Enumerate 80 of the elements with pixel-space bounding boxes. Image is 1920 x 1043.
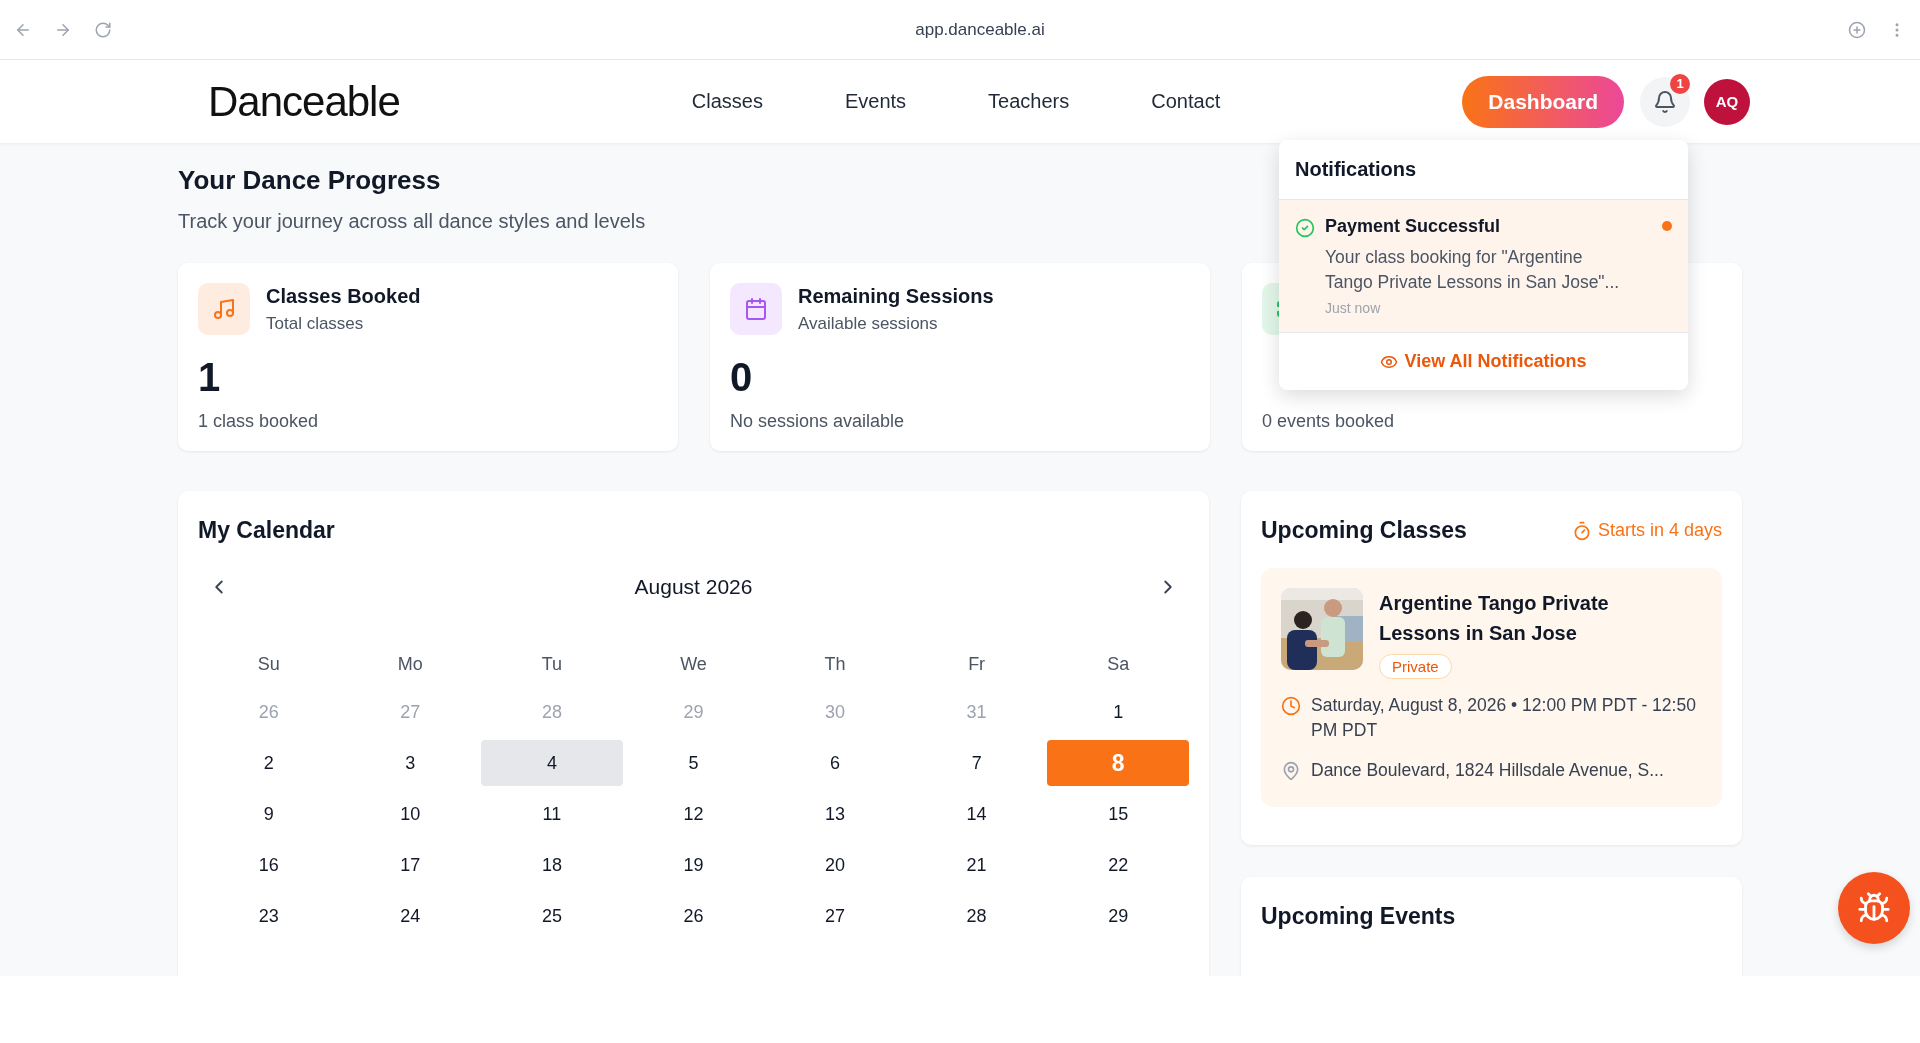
stat-note: No sessions available [730, 411, 906, 432]
nav-link[interactable]: Events [844, 90, 907, 113]
weekday-label: Tu [540, 654, 564, 676]
nav-link[interactable]: Classes [691, 90, 763, 113]
calendar-day[interactable]: 6 [764, 740, 906, 786]
notification-message: Your class booking for "Argentine Tango Private Lessons in San Jose"... [1325, 246, 1621, 294]
calendar-day[interactable]: 7 [905, 740, 1048, 786]
stat-note: 0 events booked [1262, 411, 1396, 432]
class-type-tag: Private [1379, 654, 1452, 679]
calendar-day[interactable]: 14 [905, 791, 1048, 837]
notification-item[interactable]: Payment Successful Your class booking for "Argentine Tango Private Lessons in San Jose"... Just now [1279, 200, 1688, 333]
nav-link[interactable]: Contact [1151, 90, 1221, 113]
calendar-day[interactable]: 5 [622, 740, 765, 786]
reload-icon[interactable] [94, 20, 112, 39]
clock-icon [1281, 696, 1301, 716]
calendar-day[interactable]: 26 [622, 893, 765, 939]
calendar-day[interactable]: 24 [339, 893, 482, 939]
calendar-day[interactable]: 20 [764, 842, 906, 888]
calendar-day[interactable]: 3 [339, 740, 482, 786]
notification-time: Just now [1325, 300, 1382, 316]
logo[interactable]: Danceable [208, 77, 400, 126]
stat-subtitle: Total classes [266, 313, 365, 334]
countdown-text: Starts in 4 days [1597, 520, 1722, 541]
calendar-day[interactable]: 19 [622, 842, 765, 888]
calendar-day[interactable]: 21 [905, 842, 1048, 888]
calendar-day[interactable]: 17 [339, 842, 482, 888]
upcoming-events-title: Upcoming Events [1261, 903, 1457, 931]
calendar-day[interactable]: 28 [905, 893, 1048, 939]
bug-icon [1857, 891, 1891, 925]
weekday-label: Mo [396, 654, 424, 676]
page-subtitle: Track your journey across all dance styles and levels [178, 210, 646, 233]
month-label: August 2026 [634, 575, 753, 599]
weekday-label: Th [823, 654, 847, 676]
class-schedule: Saturday, August 8, 2026 • 12:00 PM PDT - 12:50 PM PDT [1311, 694, 1697, 743]
user-avatar[interactable]: AQ [1704, 78, 1750, 125]
view-all-notifications-link[interactable]: View All Notifications [1279, 333, 1688, 390]
unread-dot [1662, 221, 1672, 231]
calendar-day[interactable]: 18 [481, 842, 623, 888]
stat-value: 1 [198, 355, 222, 401]
calendar-day[interactable]: 9 [198, 791, 340, 837]
location-pin-icon [1281, 760, 1301, 781]
calendar-day[interactable]: 4 [481, 740, 623, 786]
check-circle-icon [1295, 218, 1315, 238]
weekday-label: Su [256, 654, 281, 676]
calendar-title: My Calendar [198, 517, 336, 544]
page-title: Your Dance Progress [178, 165, 441, 196]
stat-subtitle: Available sessions [798, 313, 939, 334]
music-note-icon [212, 297, 236, 321]
class-location: Dance Boulevard, 1824 Hillsdale Avenue, S... [1311, 758, 1664, 782]
calendar-day[interactable]: 11 [481, 791, 623, 837]
calendar-day[interactable]: 22 [1047, 842, 1189, 888]
calendar-day[interactable]: 2 [198, 740, 340, 786]
weekday-label: Sa [1106, 654, 1131, 676]
calendar-day[interactable]: 10 [339, 791, 482, 837]
notification-count-badge: 1 [1670, 73, 1690, 94]
stat-value: 0 [730, 355, 754, 401]
calendar-day[interactable]: 13 [764, 791, 906, 837]
bell-icon [1653, 89, 1677, 114]
stat-title: Classes Booked [266, 284, 421, 308]
weekday-label: We [679, 654, 708, 676]
calendar-day[interactable]: 27 [764, 893, 906, 939]
calendar-day[interactable]: 29 [1047, 893, 1189, 939]
calendar-day[interactable]: 12 [622, 791, 765, 837]
notifications-button[interactable]: 1 [1640, 76, 1690, 127]
stat-note: 1 class booked [198, 411, 320, 432]
notification-title: Payment Successful [1325, 216, 1502, 237]
plus-circle-icon[interactable] [1848, 20, 1866, 39]
calendar-day[interactable]: 1 [1047, 689, 1189, 735]
calendar-day[interactable]: 16 [198, 842, 340, 888]
calendar-day[interactable]: 23 [198, 893, 340, 939]
calendar-day[interactable]: 25 [481, 893, 623, 939]
stat-title: Remaining Sessions [798, 284, 994, 308]
calendar-day[interactable]: 15 [1047, 791, 1189, 837]
nav-link[interactable]: Teachers [988, 90, 1070, 113]
calendar-icon [744, 297, 768, 321]
address-bar-url[interactable]: app.danceable.ai [134, 19, 1826, 40]
class-card[interactable]: Argentine Tango Private Lessons in San Jose Private Saturday, August 8, 2026 • 12:00 PM PDT - 12:50 PM PDT Dance Boulevard, 1824 Hillsdale Avenue, S... [1261, 568, 1722, 808]
class-title: Argentine Tango Private Lessons in San Jose [1379, 591, 1610, 646]
upcoming-classes-title: Upcoming Classes [1261, 517, 1467, 544]
weekday-label: Fr [967, 654, 987, 676]
